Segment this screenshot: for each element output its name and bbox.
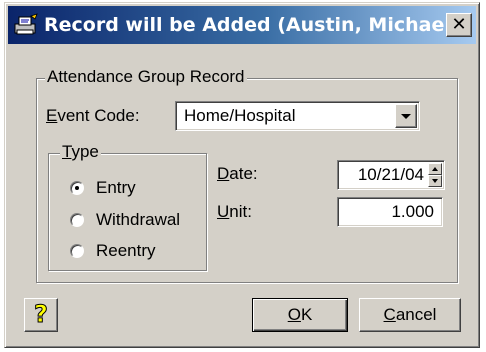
close-button[interactable]: ✕: [446, 13, 472, 37]
dialog-window: Record will be Added (Austin, Michael...…: [4, 2, 480, 348]
ok-label: K: [300, 305, 313, 324]
withdrawal-label: Withdrawal: [96, 210, 181, 229]
withdrawal-radio[interactable]: [70, 213, 84, 227]
event-code-value: Home/Hospital: [184, 106, 296, 125]
ok-button[interactable]: OK: [252, 298, 348, 332]
date-field[interactable]: 10/21/04: [337, 160, 445, 190]
entry-label: Entry: [96, 178, 136, 197]
date-spinner[interactable]: [428, 163, 442, 187]
cancel-button[interactable]: Cancel: [359, 298, 461, 332]
chevron-down-icon: [401, 114, 411, 119]
unit-label: Unit:: [217, 202, 252, 221]
spin-down-icon: [432, 179, 438, 183]
printer-dialog-icon: [13, 13, 39, 37]
event-code-select[interactable]: Home/Hospital: [175, 101, 420, 131]
date-value: 10/21/04: [357, 165, 424, 184]
window-title: Record will be Added (Austin, Michael...: [44, 14, 473, 36]
event-code-label: Event Code:: [46, 106, 140, 125]
unit-value: 1.000: [391, 202, 434, 221]
help-button[interactable]: ?: [24, 298, 58, 332]
type-group-legend: Type: [60, 142, 101, 162]
cancel-label: ancel: [395, 305, 437, 324]
cancel-mnemonic: C: [383, 305, 396, 324]
spin-down-button[interactable]: [428, 175, 442, 187]
event-code-dropdown-button[interactable]: [395, 104, 417, 128]
attendance-group-legend: Attendance Group Record: [45, 67, 247, 87]
title-bar[interactable]: Record will be Added (Austin, Michael...…: [8, 6, 476, 44]
close-icon: ✕: [451, 14, 467, 35]
unit-field[interactable]: 1.000: [337, 197, 443, 227]
date-label: Date:: [217, 164, 258, 183]
reentry-radio[interactable]: [70, 244, 84, 258]
spin-up-button[interactable]: [428, 163, 442, 175]
ok-mnemonic: O: [287, 305, 301, 324]
entry-radio[interactable]: [70, 181, 84, 195]
question-mark-icon: ?: [34, 300, 49, 329]
reentry-label: Reentry: [96, 241, 156, 260]
spin-up-icon: [432, 167, 438, 171]
